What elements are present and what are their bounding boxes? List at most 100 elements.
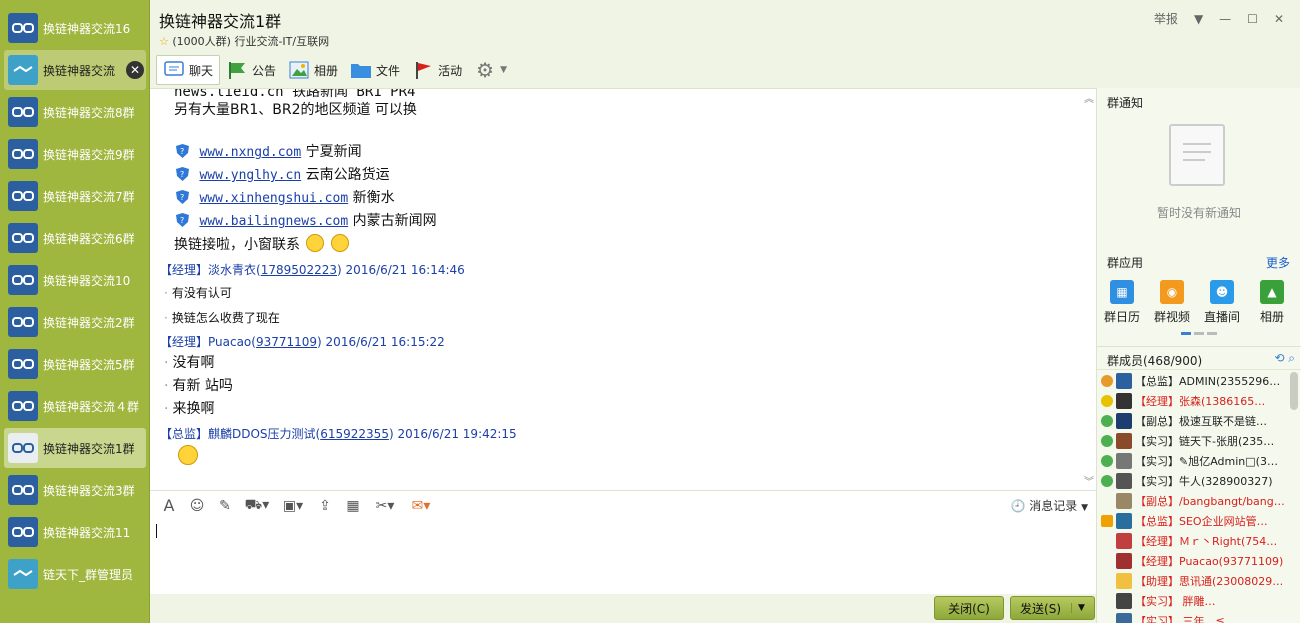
role-icon	[1101, 595, 1113, 607]
gift-icon[interactable]: ⛟▾	[242, 495, 272, 517]
handshake-avatar-icon	[8, 55, 38, 85]
apps-more-link[interactable]: 更多	[1266, 254, 1290, 271]
shield-icon: ?	[176, 144, 189, 158]
report-button[interactable]: 举报	[1154, 10, 1178, 27]
send-label: 发送(S)	[1020, 601, 1062, 616]
sidebar-item-group-3[interactable]: 换链神器交流3群	[4, 470, 146, 510]
sender-id[interactable]: 1789502223	[261, 263, 337, 277]
close-button[interactable]: 关闭(C)	[934, 596, 1004, 620]
member-name: 【实习】链天下-张朋(235…	[1135, 435, 1275, 448]
website-link[interactable]: www.xinhengshui.com	[199, 191, 348, 206]
close-window-icon[interactable]: ✕	[1274, 12, 1284, 26]
sidebar-item-group[interactable]: 换链神器交流 ✕	[4, 50, 146, 90]
send-button[interactable]: 发送(S) ▼	[1010, 596, 1095, 620]
member-row[interactable]: 【副总】极速互联不是链…	[1097, 411, 1287, 431]
tab-file[interactable]: 文件	[344, 55, 406, 85]
sidebar-item-group-1[interactable]: 换链神器交流1群	[4, 428, 146, 468]
sender-name[interactable]: 【经理】淡水青衣(	[160, 263, 261, 277]
member-row[interactable]: 【经理】Puacao(93771109)	[1097, 551, 1287, 571]
apps-pager[interactable]	[1181, 332, 1217, 335]
present-icon[interactable]: ▦	[342, 495, 364, 517]
picture-icon[interactable]: ▣▾	[278, 495, 308, 517]
website-link[interactable]: www.bailingnews.com	[199, 214, 348, 229]
member-row[interactable]: 【实习】牛人(328900327)	[1097, 471, 1287, 491]
emoji-icon[interactable]: ☺	[186, 495, 208, 517]
link-row: ? www.nxngd.com 宁夏新闻	[176, 141, 362, 161]
chain-avatar-icon	[8, 223, 38, 253]
sidebar-item-group-6[interactable]: 换链神器交流6群	[4, 218, 146, 258]
app-label: 群视频	[1153, 310, 1190, 324]
app-calendar[interactable]: ▦ 群日历	[1100, 280, 1144, 325]
minimize-icon[interactable]: —	[1219, 12, 1231, 26]
member-name: 【经理】Puacao(93771109)	[1135, 555, 1284, 568]
member-scrollbar[interactable]	[1290, 372, 1298, 410]
chain-avatar-icon	[8, 517, 38, 547]
app-album[interactable]: ▲ 相册	[1250, 280, 1294, 325]
avatar	[1116, 553, 1132, 569]
sender-id[interactable]: 615922355	[320, 427, 389, 441]
tab-album[interactable]: 相册	[282, 55, 344, 85]
member-row[interactable]: 【实习】✎旭亿Admin□(3…	[1097, 451, 1287, 471]
smile-emoji-icon	[330, 234, 349, 252]
sidebar-item-group-2[interactable]: 换链神器交流2群	[4, 302, 146, 342]
member-row[interactable]: 【经理】张森(1386165…	[1097, 391, 1287, 411]
message-history-button[interactable]: 🕘 消息记录 ▼	[1010, 497, 1088, 514]
sender-name[interactable]: 【经理】Puacao(	[160, 335, 256, 349]
tab-chat[interactable]: 聊天	[156, 55, 221, 85]
member-row[interactable]: 【助理】思讯通(23008029…	[1097, 571, 1287, 591]
message-input[interactable]	[150, 520, 1096, 594]
member-row[interactable]: 【总监】ADMIN(23552963…	[1097, 371, 1287, 391]
upload-icon[interactable]: ⇪	[314, 495, 336, 517]
chevron-down-icon[interactable]: ▼	[1071, 603, 1085, 613]
chain-avatar-icon	[8, 307, 38, 337]
sidebar-item-group-4[interactable]: 换链神器交流４群	[4, 386, 146, 426]
message-history[interactable]: news.tieid.cn 铁路新闻 BR1 PR4 另有大量BR1、BR2的地…	[150, 88, 1096, 490]
member-row[interactable]: 【总监】SEO企业网站管…	[1097, 511, 1287, 531]
settings-button[interactable]: ⚙ ▼	[468, 55, 513, 85]
sidebar-item-label: 换链神器交流４群	[43, 399, 140, 414]
svg-text:?: ?	[180, 170, 184, 179]
avatar	[1116, 573, 1132, 589]
member-row[interactable]: 【经理】Ｍｒ丶Right(754…	[1097, 531, 1287, 551]
font-icon[interactable]: A	[158, 495, 180, 517]
member-row[interactable]: 【副总】/bangbangt/bang…	[1097, 491, 1287, 511]
app-live[interactable]: ☻ 直播间	[1200, 280, 1244, 325]
red-packet-icon[interactable]: ✉▾	[406, 495, 436, 517]
member-name: 【实习】 三年、≦…	[1135, 615, 1236, 623]
sidebar-item-group-10[interactable]: 换链神器交流10	[4, 260, 146, 300]
dropdown-icon[interactable]: ▼	[1194, 12, 1203, 26]
sidebar-item-group-16[interactable]: 换链神器交流16	[4, 8, 146, 48]
magic-wand-icon[interactable]: ✎	[214, 495, 236, 517]
sidebar-item-group-8[interactable]: 换链神器交流8群	[4, 92, 146, 132]
avatar	[1116, 433, 1132, 449]
tab-activity[interactable]: 活动	[406, 55, 468, 85]
refresh-icon[interactable]: ⟲	[1274, 351, 1284, 365]
scissors-icon[interactable]: ✂▾	[370, 495, 400, 517]
website-link[interactable]: www.nxngd.com	[199, 145, 301, 160]
sidebar-item-label: 链天下_群管理员	[43, 567, 134, 582]
avatar	[1115, 373, 1132, 389]
website-link[interactable]: www.ynglhy.cn	[199, 168, 301, 183]
member-row[interactable]: 【实习】 胖雕…	[1097, 591, 1287, 611]
sidebar-item-group-11[interactable]: 换链神器交流11	[4, 512, 146, 552]
chat-bubble-icon	[163, 60, 185, 80]
sidebar-item-group-7[interactable]: 换链神器交流7群	[4, 176, 146, 216]
sender-name[interactable]: 【总监】麒麟DDOS压力测试(	[160, 427, 320, 441]
send-bar: 关闭(C) 发送(S) ▼	[150, 594, 1096, 623]
close-icon[interactable]: ✕	[126, 61, 144, 79]
maximize-icon[interactable]: ☐	[1247, 12, 1258, 26]
scroll-up-icon[interactable]: ︽	[1084, 90, 1094, 105]
calendar-icon: ▦	[1110, 280, 1134, 304]
tab-notice[interactable]: 公告	[220, 55, 282, 85]
scroll-down-icon[interactable]: ︾	[1084, 473, 1094, 488]
sidebar-item-admin-group[interactable]: 链天下_群管理员	[4, 554, 146, 594]
app-video[interactable]: ◉ 群视频	[1150, 280, 1194, 325]
app-label: 群日历	[1103, 310, 1140, 324]
sender-id[interactable]: 93771109	[256, 335, 317, 349]
avatar	[1116, 593, 1132, 609]
member-row[interactable]: 【实习】 三年、≦…	[1097, 611, 1287, 623]
sidebar-item-group-5[interactable]: 换链神器交流5群	[4, 344, 146, 384]
member-row[interactable]: 【实习】链天下-张朋(235…	[1097, 431, 1287, 451]
search-icon[interactable]: ⌕	[1288, 351, 1295, 365]
sidebar-item-group-9[interactable]: 换链神器交流9群	[4, 134, 146, 174]
